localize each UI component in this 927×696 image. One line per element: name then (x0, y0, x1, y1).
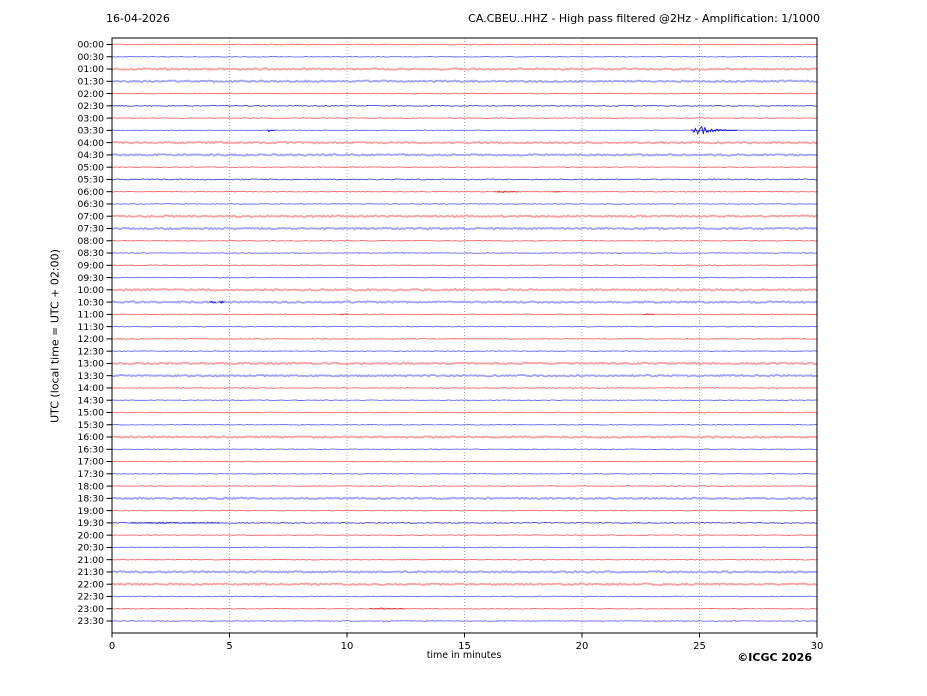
helicorder-plot: 00:0000:3001:0001:30 02:0002:3003:00 03:30… (78, 37, 824, 652)
y-tick-label: 17:30 (78, 469, 105, 480)
y-tick-label: 12:00 (78, 334, 105, 345)
y-tick-label: 18:30 (78, 494, 105, 505)
copyright-label: ©ICGC 2026 (737, 651, 812, 664)
y-tick-label: 06:30 (78, 199, 105, 210)
y-tick-label: 11:30 (78, 322, 105, 333)
y-tick-label: 10:00 (78, 285, 105, 296)
y-tick-label: 18:00 (78, 481, 105, 492)
y-tick-label: 09:00 (78, 260, 105, 271)
y-tick-label: 14:30 (78, 395, 105, 406)
x-tick-label: 20 (576, 641, 589, 652)
y-tick-label: 01:00 (78, 64, 105, 75)
y-tick-label: 08:00 (78, 236, 105, 247)
y-tick-label: 13:30 (78, 371, 105, 382)
x-axis-title: time in minutes (426, 650, 502, 661)
y-tick-label: 16:00 (78, 432, 105, 443)
y-tick-label: 12:30 (78, 346, 105, 357)
y-tick-label: 05:00 (78, 162, 105, 173)
y-tick-label: 16:30 (78, 444, 105, 455)
y-tick-label: 20:30 (78, 543, 105, 554)
y-tick-label: 21:30 (78, 567, 105, 578)
y-tick-label: 19:00 (78, 506, 105, 517)
y-tick-label: 15:00 (78, 408, 105, 419)
y-tick-label: 23:30 (78, 616, 105, 627)
y-tick-label: 19:30 (78, 518, 105, 529)
y-tick-label: 00:30 (78, 52, 105, 63)
x-tick-label: 10 (341, 641, 354, 652)
y-tick-label: 21:00 (78, 555, 105, 566)
y-tick-label: 03:30 (78, 126, 105, 137)
y-tick-label: 14:00 (78, 383, 105, 394)
y-tick-label: 11:00 (78, 310, 105, 321)
y-tick-label: 05:30 (78, 175, 105, 186)
y-tick-label: 22:30 (78, 592, 105, 603)
y-tick-label: 09:30 (78, 273, 105, 284)
x-tick-label: 5 (226, 641, 232, 652)
y-tick-label: 23:00 (78, 604, 105, 615)
y-tick-label: 04:30 (78, 150, 105, 161)
y-tick-label: 13:00 (78, 359, 105, 370)
y-tick-label: 04:00 (78, 138, 105, 149)
y-tick-label: 02:30 (78, 101, 105, 112)
y-tick-label: 06:00 (78, 187, 105, 198)
y-tick-label: 10:30 (78, 297, 105, 308)
y-tick-label: 08:30 (78, 248, 105, 259)
y-tick-label: 22:00 (78, 579, 105, 590)
x-tick-label: 30 (811, 641, 824, 652)
y-tick-label: 15:30 (78, 420, 105, 431)
y-tick-label: 17:00 (78, 457, 105, 468)
x-tick-label: 0 (109, 641, 115, 652)
y-tick-label: 20:00 (78, 530, 105, 541)
y-tick-label: 02:00 (78, 89, 105, 100)
helicorder-screen: 16-04-2026 CA.CBEU..HHZ - High pass filt… (0, 0, 927, 696)
y-tick-label: 07:30 (78, 224, 105, 235)
y-tick-label: 03:00 (78, 113, 105, 124)
y-tick-label: 00:00 (78, 40, 105, 51)
y-tick-label: 01:30 (78, 76, 105, 87)
y-tick-label: 07:00 (78, 211, 105, 222)
x-tick-label: 25 (693, 641, 706, 652)
